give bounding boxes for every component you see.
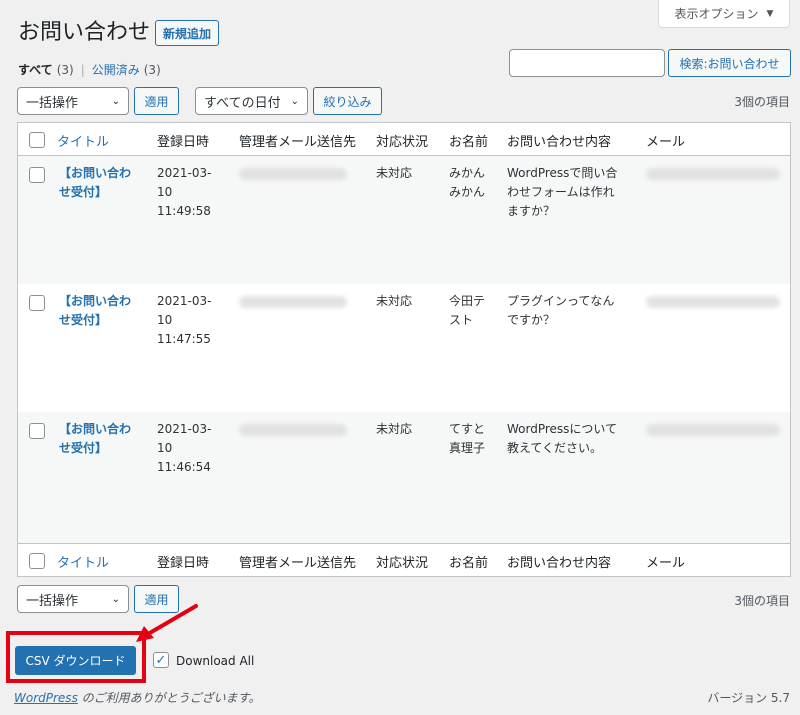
select-all-checkbox-bottom[interactable] <box>29 553 45 569</box>
row-content: WordPressで問い合 わせフォームは作れ ますか？ <box>507 166 618 218</box>
row-checkbox[interactable] <box>29 167 45 183</box>
bulk-action-label: 一括操作 <box>26 95 79 111</box>
filter-button[interactable]: 絞り込み <box>313 87 382 115</box>
row-content: プラグインってなん ですか？ <box>507 294 615 327</box>
row-title-link[interactable]: 【お問い合わ せ受付】 <box>59 164 131 202</box>
column-title[interactable]: タイトル <box>57 131 109 150</box>
column-content-footer: お問い合わせ内容 <box>507 556 612 571</box>
checkmark-icon: ✓ <box>155 652 167 668</box>
item-count-bottom: 3個の項目 <box>734 594 790 608</box>
date-filter-select[interactable]: すべての日付 ⌄ <box>195 87 308 115</box>
column-name-footer: お名前 <box>449 556 489 571</box>
row-checkbox[interactable] <box>29 423 45 439</box>
row-date: 2021-03- 10 11:47:55 <box>157 294 212 346</box>
row-name: みかん みかん <box>449 166 486 199</box>
footer-thanks: WordPress のご利用ありがとうございます。 <box>14 689 260 706</box>
download-all-checkbox[interactable]: ✓ <box>153 652 169 668</box>
screen-options-label: 表示オプション <box>674 7 759 21</box>
row-status: 未対応 <box>376 422 413 436</box>
column-name: お名前 <box>449 135 489 150</box>
column-title-footer[interactable]: タイトル <box>57 552 109 571</box>
row-title-link[interactable]: 【お問い合わ せ受付】 <box>59 420 131 458</box>
column-date: 登録日時 <box>157 135 210 150</box>
column-email: メール <box>646 135 686 150</box>
wordpress-link[interactable]: WordPress <box>14 691 78 705</box>
redacted-email <box>646 424 780 436</box>
csv-download-button[interactable]: CSV ダウンロード <box>15 646 136 675</box>
column-date-footer: 登録日時 <box>157 556 210 571</box>
table-row: 【お問い合わ せ受付】 2021-03- 10 11:49:58 未対応 みかん みかん… <box>18 156 790 284</box>
apply-button-top[interactable]: 適用 <box>134 87 179 115</box>
row-status: 未対応 <box>376 166 413 180</box>
row-name: 今田テ スト <box>449 294 486 327</box>
item-count-top: 3個の項目 <box>734 95 790 109</box>
bulk-action-label: 一括操作 <box>26 593 79 609</box>
table-row: 【お問い合わ せ受付】 2021-03- 10 11:47:55 未対応 今田テ スト … <box>18 284 790 412</box>
table-header: タイトル 登録日時 管理者メール送信先 対応状況 お名前 お問い合わせ内容 メー… <box>18 123 790 156</box>
row-title-link[interactable]: 【お問い合わ せ受付】 <box>59 292 131 330</box>
add-new-button[interactable]: 新規追加 <box>155 20 220 46</box>
view-all-count: (3) <box>56 62 74 77</box>
download-all-label[interactable]: Download All <box>176 654 254 668</box>
redacted-email <box>646 168 780 180</box>
row-date: 2021-03- 10 11:46:54 <box>157 422 212 474</box>
column-admin-email: 管理者メール送信先 <box>239 135 357 150</box>
row-status: 未対応 <box>376 294 413 308</box>
chevron-down-icon: ⌄ <box>111 95 120 107</box>
screen-options-button[interactable]: 表示オプション ▼ <box>658 0 790 28</box>
footer-version: バージョン 5.7 <box>707 691 790 705</box>
triangle-down-icon: ▼ <box>766 8 774 19</box>
page-title: お問い合わせ <box>18 20 151 45</box>
row-checkbox[interactable] <box>29 295 45 311</box>
column-content: お問い合わせ内容 <box>507 135 612 150</box>
bulk-action-select-bottom[interactable]: 一括操作 ⌄ <box>17 585 129 613</box>
table-footer: タイトル 登録日時 管理者メール送信先 対応状況 お名前 お問い合わせ内容 メー… <box>18 543 790 576</box>
row-name: てすと 真理子 <box>449 422 486 455</box>
footer-thanks-text: のご利用ありがとうございます。 <box>77 691 261 705</box>
chevron-down-icon: ⌄ <box>290 95 299 107</box>
redacted-admin-email <box>239 296 347 308</box>
redacted-admin-email <box>239 168 347 180</box>
select-all-checkbox[interactable] <box>29 132 45 148</box>
redacted-admin-email <box>239 424 347 436</box>
view-all-link[interactable]: すべて <box>18 61 53 78</box>
search-input[interactable] <box>509 49 665 77</box>
entries-table: タイトル 登録日時 管理者メール送信先 対応状況 お名前 お問い合わせ内容 メー… <box>17 122 791 577</box>
column-admin-email-footer: 管理者メール送信先 <box>239 556 357 571</box>
row-content: WordPressについて 教えてください。 <box>507 422 618 455</box>
table-row: 【お問い合わ せ受付】 2021-03- 10 11:46:54 未対応 てすと 真理子… <box>18 412 790 543</box>
redacted-email <box>646 296 780 308</box>
row-date: 2021-03- 10 11:49:58 <box>157 166 212 218</box>
view-published-link[interactable]: 公開済み <box>92 61 140 78</box>
column-status-footer: 対応状況 <box>376 556 429 571</box>
column-email-footer: メール <box>646 556 686 571</box>
column-status: 対応状況 <box>376 135 429 150</box>
chevron-down-icon: ⌄ <box>111 593 120 605</box>
date-filter-label: すべての日付 <box>204 95 281 111</box>
bulk-action-select-top[interactable]: 一括操作 ⌄ <box>17 87 129 115</box>
view-separator: | <box>80 62 85 77</box>
view-filters: すべて (3) | 公開済み (3) <box>18 61 161 78</box>
view-published-count: (3) <box>143 62 161 77</box>
search-button[interactable]: 検索:お問い合わせ <box>668 49 791 77</box>
